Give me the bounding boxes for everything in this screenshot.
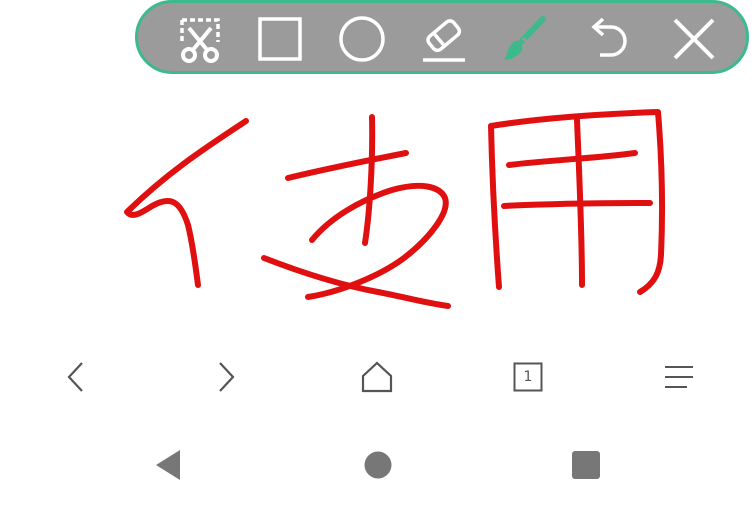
back-button[interactable] (51, 355, 101, 399)
circle-tool-button[interactable] (332, 8, 392, 70)
home-button[interactable] (352, 355, 402, 399)
tab-count: 1 (523, 369, 533, 385)
stroke (285, 150, 409, 181)
stroke (506, 150, 638, 168)
system-recents-icon (572, 451, 600, 479)
menu-button[interactable] (654, 355, 704, 399)
system-home-icon (364, 451, 392, 479)
stroke (501, 200, 653, 209)
undo-icon (591, 17, 627, 57)
home-icon (361, 361, 393, 393)
undo-tool-button[interactable] (578, 8, 638, 70)
stroke (488, 123, 502, 290)
screen: 使用 1 (0, 0, 755, 509)
system-recents-button[interactable] (563, 442, 609, 488)
back-icon (67, 362, 83, 392)
handwriting-strokes (124, 109, 665, 309)
rectangle-tool-button[interactable] (250, 8, 310, 70)
browser-bottom-bar: 1 (0, 345, 755, 409)
crop-scissors-icon (180, 18, 220, 63)
drawing-canvas[interactable]: 使用 (0, 80, 755, 330)
rectangle-icon (258, 17, 302, 61)
stroke (124, 118, 249, 288)
stroke (362, 114, 376, 246)
eraser-tool-button[interactable] (414, 8, 474, 70)
circle-icon (339, 16, 385, 62)
brush-icon (504, 16, 546, 60)
eraser-icon (423, 19, 465, 62)
tabs-button[interactable]: 1 (503, 355, 553, 399)
system-home-button[interactable] (355, 442, 401, 488)
system-back-button[interactable] (145, 442, 191, 488)
system-back-icon (156, 450, 180, 480)
drawing-toolbar (135, 0, 749, 74)
system-navigation-bar (0, 430, 755, 500)
close-toolbar-button[interactable] (664, 8, 724, 70)
forward-icon (219, 362, 235, 392)
close-icon (673, 18, 715, 60)
forward-button[interactable] (201, 355, 251, 399)
brush-tool-button[interactable] (494, 8, 554, 70)
menu-icon (665, 366, 693, 388)
crop-tool-button[interactable] (170, 8, 230, 70)
